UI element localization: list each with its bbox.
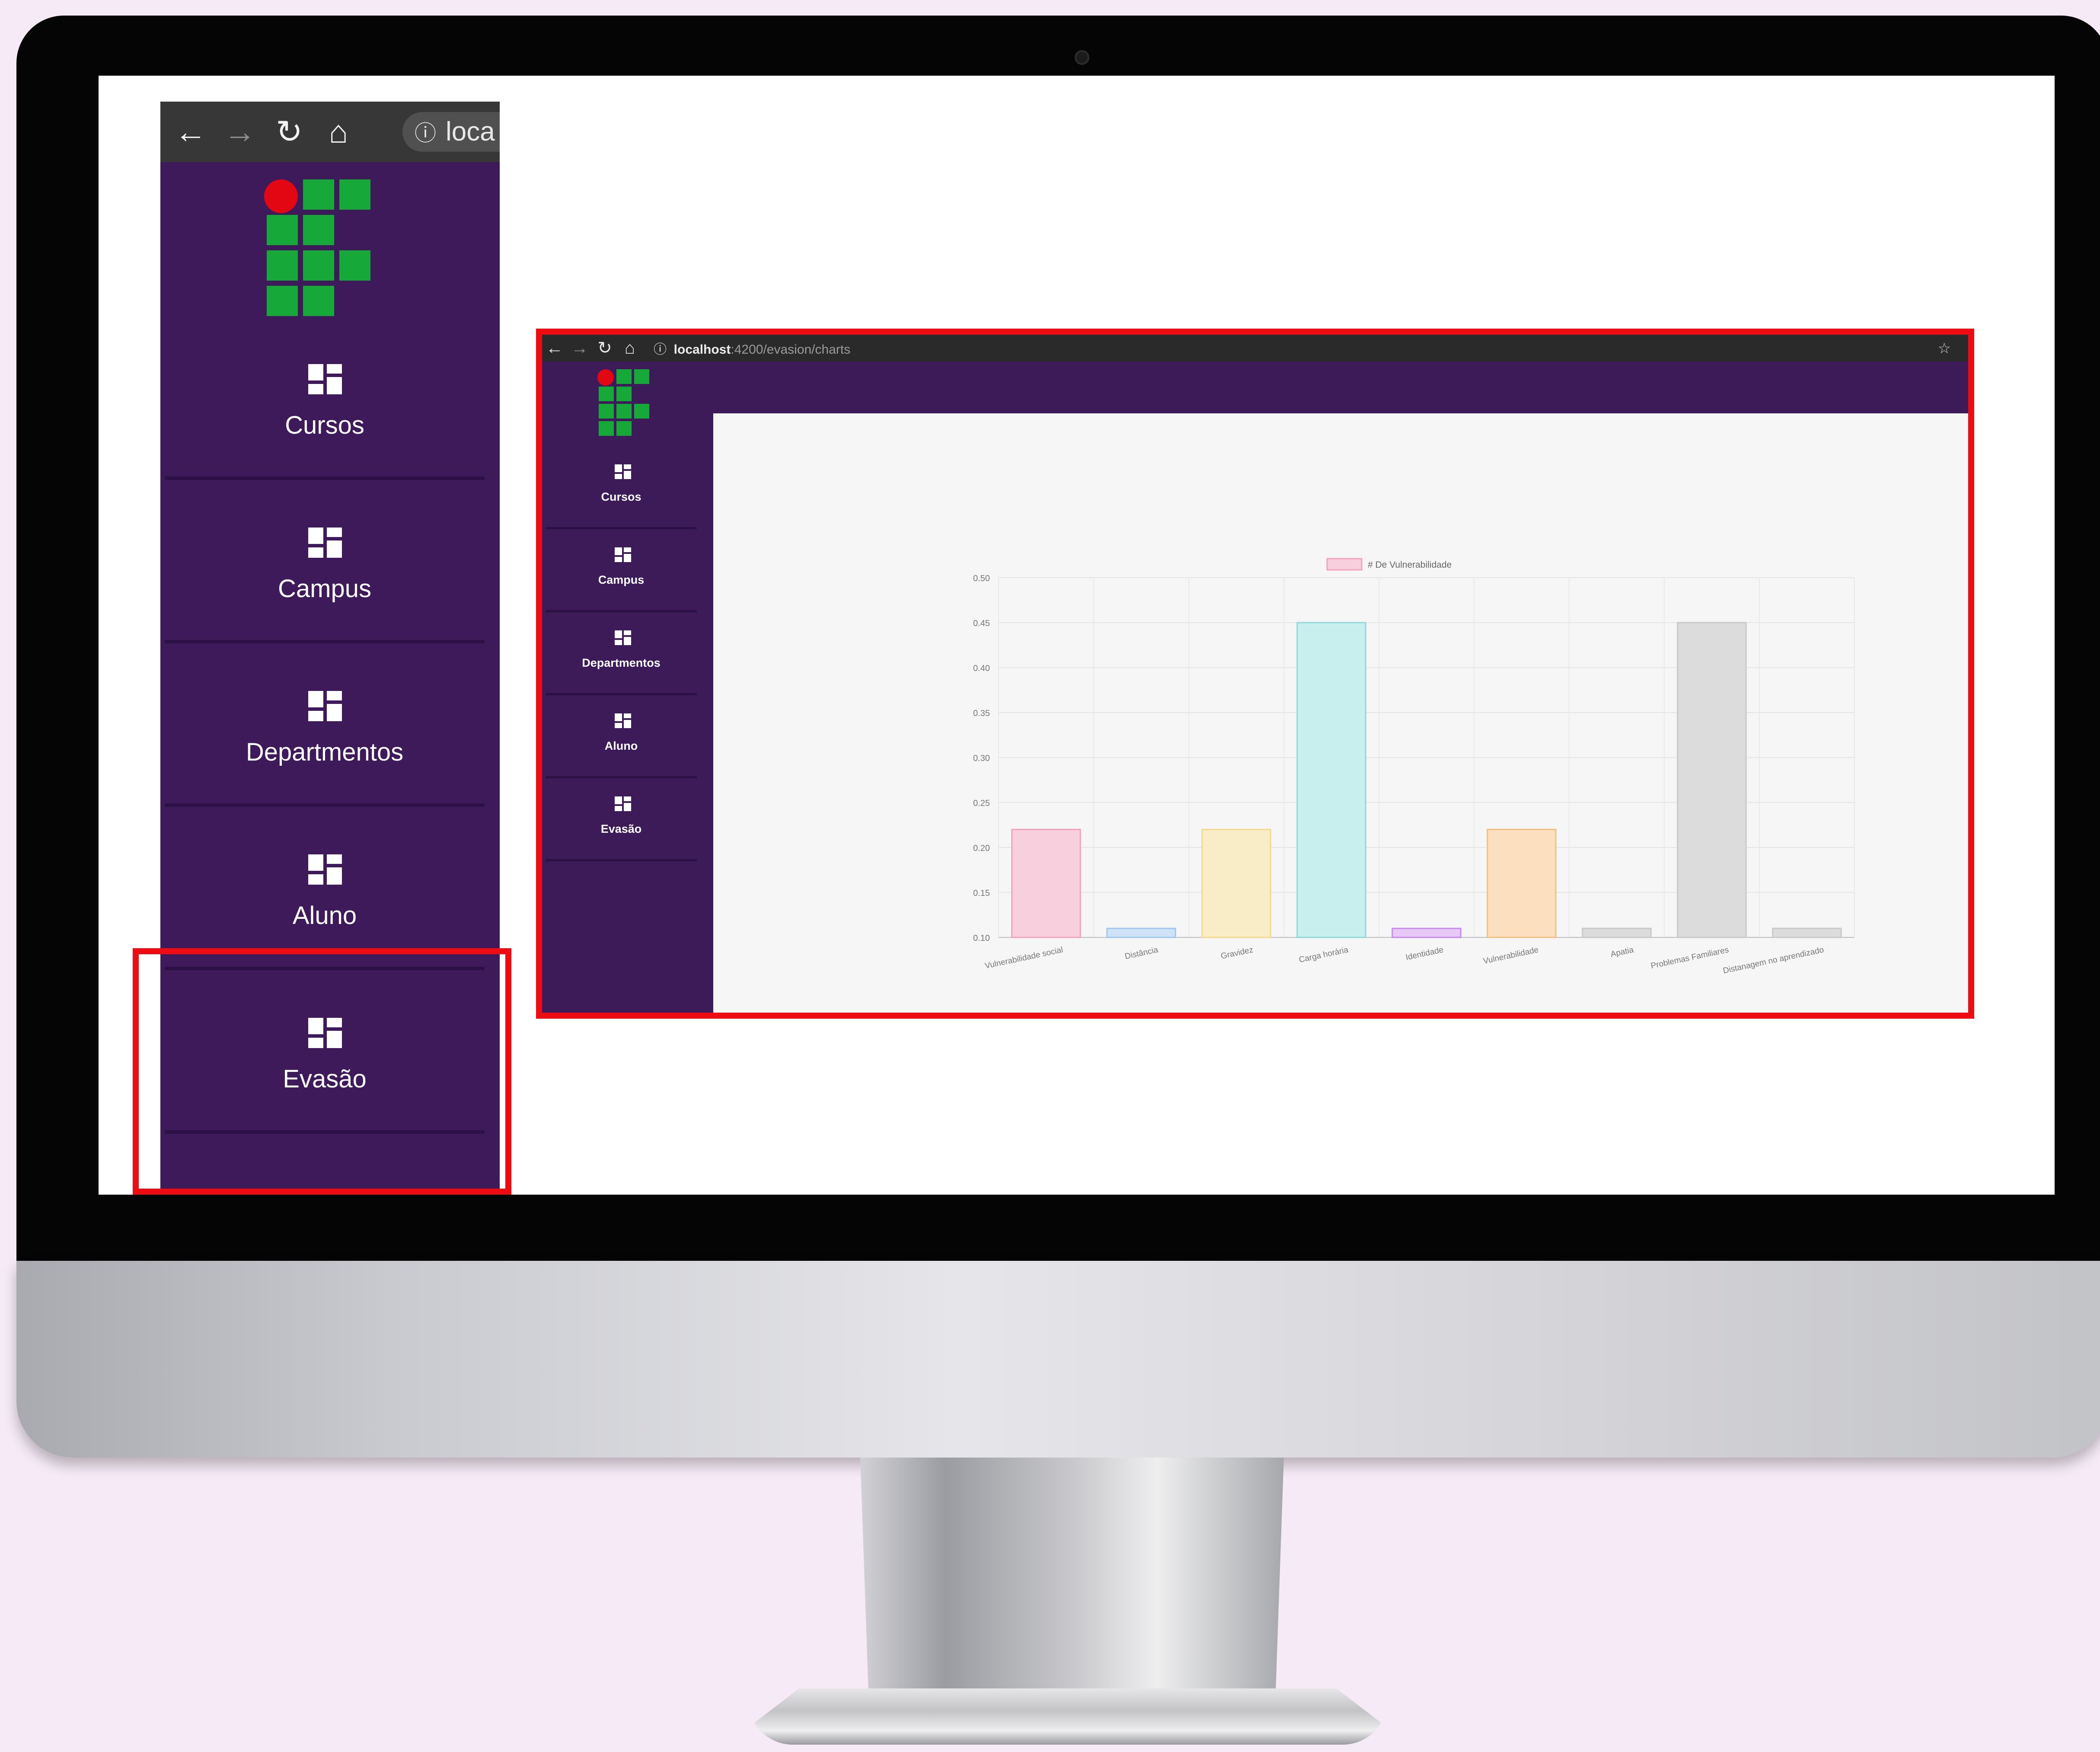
forward-arrow-icon[interactable]: → xyxy=(221,113,259,151)
dashboard-icon xyxy=(615,630,631,645)
chart-bar xyxy=(1487,828,1557,938)
monitor-stand-base xyxy=(748,1688,1388,1745)
url-path: :4200/evasion/charts xyxy=(731,342,851,357)
x-tick-label: Carga horária xyxy=(1298,945,1349,965)
browser-toolbar: ← → ↻ ⌂ ⓘ loca xyxy=(160,102,500,162)
y-tick-label: 0.35 xyxy=(973,709,990,718)
home-icon[interactable]: ⌂ xyxy=(617,339,642,358)
legend-swatch xyxy=(1326,558,1363,571)
y-tick-label: 0.25 xyxy=(973,799,990,808)
y-tick-label: 0.15 xyxy=(973,889,990,898)
y-tick-label: 0.10 xyxy=(973,934,990,943)
sidebar-item-aluno[interactable]: Aluno xyxy=(546,697,697,778)
dashboard-icon xyxy=(308,364,342,394)
sidebar-item-label: Campus xyxy=(278,575,371,603)
bar-chart: 0.10 0.15 0.20 0.25 0.30 0.35 0.40 0.45 0.50 Vuln… xyxy=(973,558,1855,975)
evasao-highlight-box xyxy=(133,948,511,1195)
if-logo xyxy=(264,179,377,318)
dashboard-icon xyxy=(615,464,631,479)
dashboard-icon xyxy=(308,528,342,558)
sidebar-item-label: Aluno xyxy=(292,902,357,930)
chart-bar xyxy=(1106,927,1176,938)
dashboard-icon xyxy=(308,854,342,885)
back-arrow-icon[interactable]: ← xyxy=(542,339,567,358)
chart-bar xyxy=(1201,828,1271,938)
info-icon: ⓘ xyxy=(415,121,436,145)
x-tick-label: Apatia xyxy=(1610,945,1634,959)
url-text: loca xyxy=(446,117,495,147)
x-tick-label: Distância xyxy=(1124,945,1159,961)
x-tick-label: Identidade xyxy=(1405,945,1444,962)
sidebar-item-label: Cursos xyxy=(285,411,364,439)
dashboard-icon xyxy=(615,713,631,728)
y-tick-label: 0.30 xyxy=(973,754,990,763)
sidebar-item-evasao[interactable]: Evasão xyxy=(546,780,697,861)
forward-arrow-icon[interactable]: → xyxy=(567,339,592,358)
chart-bar xyxy=(1677,622,1747,938)
dashboard-icon xyxy=(615,547,631,562)
sidebar-item-departmentos[interactable]: Departmentos xyxy=(546,614,697,695)
url-host: localhost xyxy=(673,342,731,357)
dashboard-icon xyxy=(308,691,342,721)
if-logo xyxy=(597,369,654,438)
app-screenshot: ← → ↻ ⌂ ⓘ localhost:4200/evasion/charts … xyxy=(536,329,1974,1019)
y-tick-label: 0.20 xyxy=(973,844,990,853)
y-tick-label: 0.45 xyxy=(973,619,990,628)
back-arrow-icon[interactable]: ← xyxy=(172,113,210,151)
camera-icon xyxy=(1075,50,1089,65)
sidebar-item-label: Departmentos xyxy=(582,656,661,669)
monitor-screen: ← → ↻ ⌂ ⓘ loca Cursos Campus Departmento… xyxy=(99,76,2055,1195)
app-sidebar: Cursos Campus Departmentos Aluno Evasão xyxy=(542,361,706,1013)
browser-toolbar: ← → ↻ ⌂ ⓘ localhost:4200/evasion/charts … xyxy=(542,335,1968,361)
bookmark-star-icon[interactable]: ☆ xyxy=(1938,340,1951,357)
x-tick-label: Vulnerabilidade social xyxy=(984,945,1064,971)
app-main-content: 0.10 0.15 0.20 0.25 0.30 0.35 0.40 0.45 0.50 Vuln… xyxy=(713,413,1968,1013)
x-tick-label: Problemas Familiares xyxy=(1650,945,1730,971)
info-icon: ⓘ xyxy=(654,342,667,357)
y-tick-label: 0.50 xyxy=(973,574,990,583)
chart-bar xyxy=(1296,622,1366,938)
sidebar-item-label: Cursos xyxy=(601,490,641,503)
address-bar[interactable]: ⓘ localhost:4200/evasion/charts xyxy=(654,339,850,358)
sidebar-item-campus[interactable]: Campus xyxy=(546,531,697,612)
chart-bar xyxy=(1391,927,1462,938)
sidebar-item-cursos[interactable]: Cursos xyxy=(546,448,697,529)
sidebar-item-departmentos[interactable]: Departmentos xyxy=(165,664,485,807)
sidebar-item-label: Campus xyxy=(598,573,645,586)
address-bar[interactable]: ⓘ loca xyxy=(402,112,500,152)
x-tick-label: Distanagem no aprendizado xyxy=(1722,945,1825,975)
sidebar-item-cursos[interactable]: Cursos xyxy=(165,337,485,480)
sidebar-item-label: Departmentos xyxy=(246,738,404,766)
y-tick-label: 0.40 xyxy=(973,664,990,673)
sidebar-item-label: Evasão xyxy=(600,822,642,835)
sidebar-item-campus[interactable]: Campus xyxy=(165,501,485,643)
dashboard-icon xyxy=(615,796,631,811)
home-icon[interactable]: ⌂ xyxy=(319,113,357,151)
chart-bar xyxy=(1582,927,1652,938)
reload-icon[interactable]: ↻ xyxy=(270,113,308,151)
sidebar-item-label: Aluno xyxy=(604,739,638,752)
legend-label: # De Vulnerabilidade xyxy=(1368,560,1452,570)
chart-bar xyxy=(1772,927,1842,938)
monitor-chin xyxy=(16,1261,2100,1458)
reload-icon[interactable]: ↻ xyxy=(592,338,617,358)
imac-monitor: ← → ↻ ⌂ ⓘ loca Cursos Campus Departmento… xyxy=(0,0,2100,1752)
chart-bar xyxy=(1011,828,1081,938)
x-tick-label: Gravidez xyxy=(1220,945,1254,961)
x-tick-label: Vulnerabilidade xyxy=(1482,945,1539,966)
monitor-stand xyxy=(860,1458,1284,1700)
